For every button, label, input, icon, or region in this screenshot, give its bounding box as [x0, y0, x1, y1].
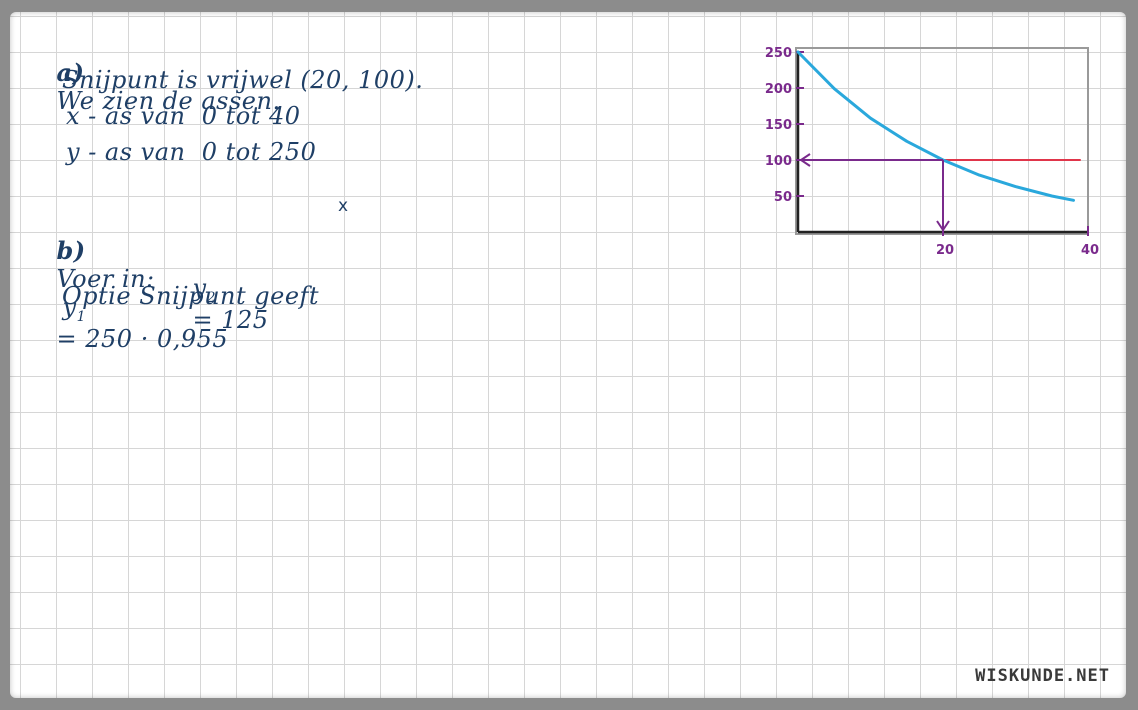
y-tick-label: 250 [765, 46, 792, 61]
brand-logo: WISKUNDE.NET [975, 666, 1110, 686]
note-a-line4: y - as van 0 tot 250 [66, 138, 317, 166]
note-a-line3: x - as van 0 tot 40 [66, 102, 301, 130]
x-tick-label: 20 [936, 243, 954, 258]
graph-marks: 250 200 150 100 50 20 40 [765, 46, 1099, 258]
exponential-curve-y1 [796, 50, 1075, 202]
y1-sub: 1 [76, 309, 86, 325]
y2-expr: = 125 [192, 306, 269, 334]
y-tick-label: 50 [774, 190, 792, 205]
y1-exponent: x [338, 196, 349, 216]
grid-board: a) We zien de assen. Snijpunt is vrijwel… [10, 12, 1126, 698]
y-tick-label: 200 [765, 82, 792, 97]
note-b-line3: Optie Snijpunt geeft [62, 282, 320, 310]
part-b-label: b) [56, 236, 86, 265]
y-tick-label: 150 [765, 118, 792, 133]
y-tick-label: 100 [765, 154, 792, 169]
note-a-line2: Snijpunt is vrijwel (20, 100). [62, 66, 424, 94]
x-tick-label: 40 [1081, 243, 1099, 258]
intersection-graph: 250 200 150 100 50 20 40 [765, 46, 1099, 258]
